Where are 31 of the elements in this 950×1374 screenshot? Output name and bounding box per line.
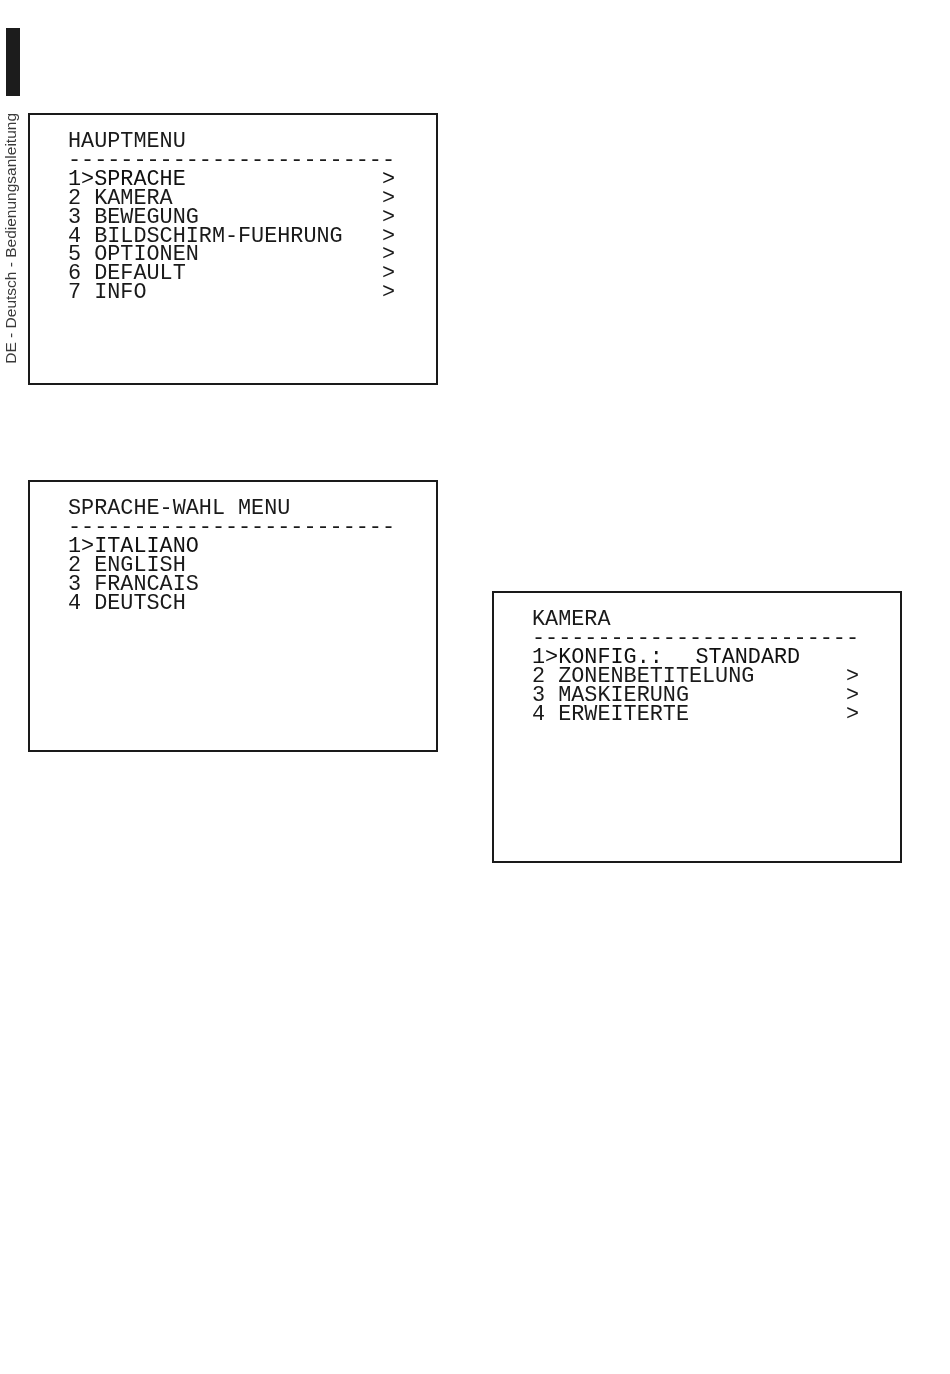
menu-title: HAUPTMENU [68, 133, 186, 152]
submenu-arrow: > [845, 686, 859, 706]
submenu-arrow: > [845, 705, 859, 725]
menu-item[interactable]: 2 KAMERA > [68, 189, 395, 209]
menu-item[interactable]: 1>SPRACHE > [68, 170, 395, 190]
side-label: DE - Deutsch - Bedienungsanleitung [3, 113, 19, 364]
menu-item[interactable]: 1>ITALIANO [68, 537, 395, 557]
submenu-arrow: > [845, 667, 859, 687]
submenu-arrow: > [381, 208, 395, 228]
menu-item[interactable]: 3 MASKIERUNG > [532, 686, 859, 706]
menu-item[interactable]: 4 ERWEITERTE > [532, 705, 859, 725]
menu-item[interactable]: 3 FRANCAIS [68, 575, 395, 595]
menu-item[interactable]: 3 BEWEGUNG > [68, 208, 395, 228]
menu-title: KAMERA [532, 611, 611, 630]
submenu-arrow: > [381, 246, 395, 266]
dashed-separator: ------------------------- [68, 151, 395, 171]
submenu-arrow: > [381, 227, 395, 247]
submenu-arrow: > [381, 265, 395, 285]
menu-item[interactable]: 2 ENGLISH [68, 556, 395, 576]
dashed-separator: ------------------------- [68, 518, 395, 538]
submenu-arrow: > [381, 189, 395, 209]
menu-title: SPRACHE-WAHL MENU [68, 500, 291, 519]
menu-item[interactable]: 7 INFO > [68, 284, 395, 304]
menu-item[interactable]: 4 DEUTSCH [68, 594, 395, 614]
submenu-arrow: > [381, 170, 395, 190]
menu-item[interactable]: 2 ZONENBETITELUNG > [532, 667, 859, 687]
dashed-separator: ------------------------- [532, 629, 859, 649]
menu-item[interactable]: 1>KONFIG.: STANDARD [532, 648, 859, 668]
section-marker-bar [6, 28, 20, 96]
setting-value: STANDARD [695, 648, 801, 668]
submenu-arrow: > [381, 284, 395, 304]
